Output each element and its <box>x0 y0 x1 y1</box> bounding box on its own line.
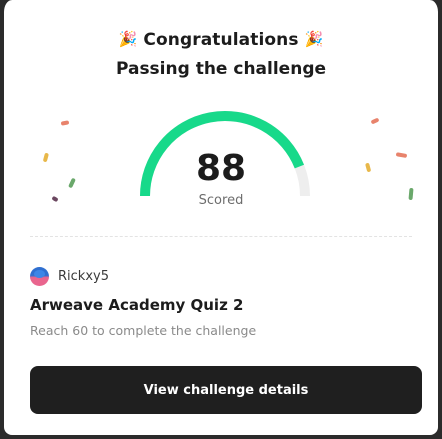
divider <box>30 236 412 237</box>
challenge-author: Rickxy5 <box>30 266 109 286</box>
congratulations-heading: 🎉 Congratulations 🎉 <box>4 30 438 50</box>
challenge-requirement: Reach 60 to complete the challenge <box>30 323 257 338</box>
party-popper-icon: 🎉 <box>304 30 324 48</box>
congratulations-title: Congratulations <box>143 30 299 50</box>
quiz-title: Arweave Academy Quiz 2 <box>30 296 244 314</box>
view-challenge-details-button[interactable]: View challenge details <box>30 366 422 414</box>
score-value: 88 <box>195 148 247 189</box>
party-popper-icon: 🎉 <box>118 30 138 48</box>
avatar <box>30 266 49 286</box>
username: Rickxy5 <box>58 268 109 284</box>
score-label: Scored <box>198 193 244 208</box>
result-card: 🎉 Congratulations 🎉 Passing the challenge … <box>0 0 442 439</box>
passing-subtitle: Passing the challenge <box>115 59 327 79</box>
